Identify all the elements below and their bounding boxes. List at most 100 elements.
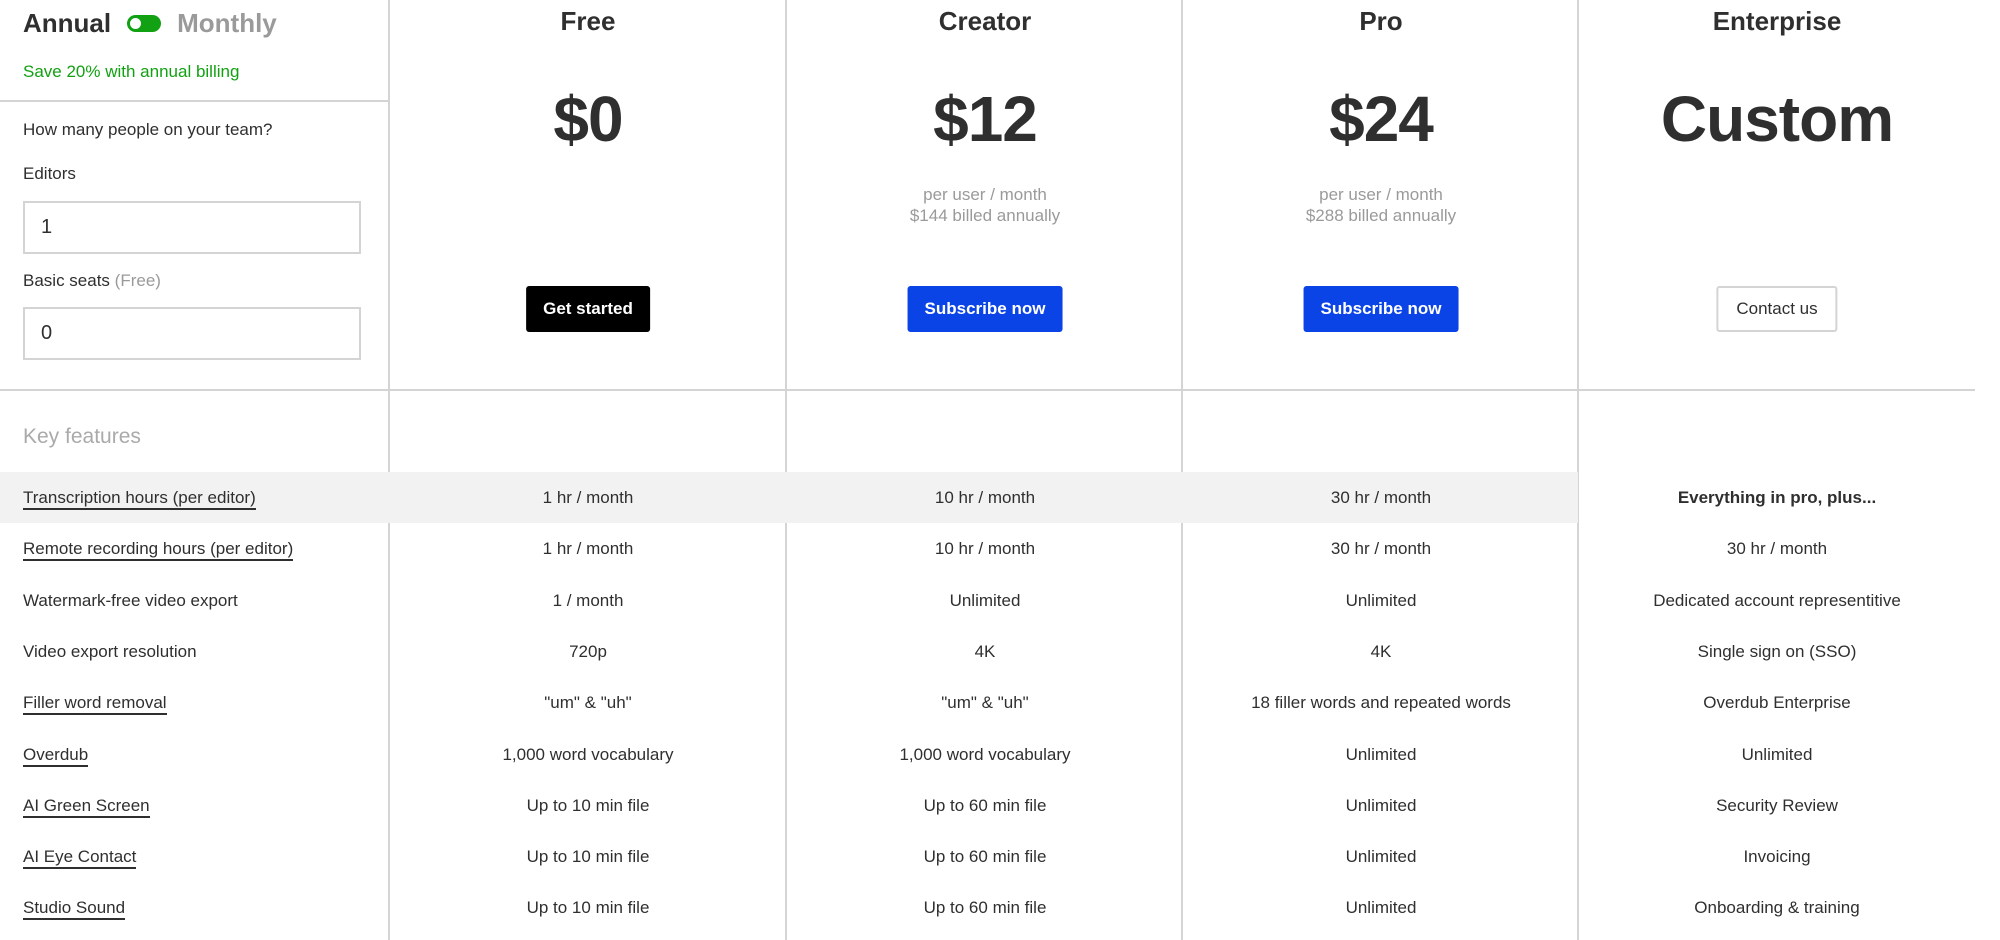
feature-value: 720p [569, 642, 607, 661]
feature-row: Watermark-free video export 1 / month Unli… [0, 575, 1975, 626]
feature-value: 4K [974, 642, 996, 661]
feature-row: Video export resolution 720p 4K 4K Single si… [0, 626, 1975, 677]
plan-enterprise: Enterprise Custom Contact us [1579, 0, 1975, 390]
feature-value: 4K [1370, 642, 1392, 661]
basic-seats-note: (Free) [114, 271, 161, 290]
feature-name-text[interactable]: Filler word removal [23, 693, 167, 715]
basic-seats-text: Basic seats [23, 271, 110, 290]
plan-price: Custom [1660, 83, 1894, 155]
billing-period-switch: Annual Monthly [23, 6, 277, 40]
contact-us-button[interactable]: Contact us [1716, 286, 1838, 332]
feature-value: 1,000 word vocabulary [502, 745, 674, 764]
feature-value: 18 filler words and repeated words [1251, 693, 1511, 712]
annual-total: $288 billed annually [1305, 206, 1457, 225]
feature-value: Unlimited [1345, 745, 1417, 764]
feature-value: Unlimited [1345, 796, 1417, 815]
feature-value: Up to 10 min file [526, 796, 650, 815]
plan-name: Free [560, 6, 616, 36]
feature-name-text: Video export resolution [23, 642, 197, 661]
feature-value: 30 hr / month [1726, 539, 1828, 558]
feature-name[interactable]: Studio Sound [23, 882, 126, 933]
feature-value: Unlimited [1741, 745, 1813, 764]
feature-value: Unlimited [1345, 591, 1417, 610]
feature-value: Overdub Enterprise [1703, 693, 1851, 712]
feature-value: 10 hr / month [934, 488, 1036, 507]
editors-input[interactable] [23, 201, 361, 254]
pricing-page: Annual Monthly Save 20% with annual bill… [0, 0, 1975, 940]
feature-row: Transcription hours (per editor) 1 hr / m… [0, 472, 1975, 523]
get-started-button[interactable]: Get started [526, 286, 650, 332]
editors-label: Editors [23, 164, 76, 183]
plan-price: $0 [553, 83, 623, 155]
feature-value: Everything in pro, plus... [1677, 488, 1877, 507]
price-unit: per user / month [923, 185, 1047, 204]
feature-value: "um" & "uh" [544, 693, 632, 712]
section-divider [0, 100, 389, 102]
feature-value: Invoicing [1743, 847, 1811, 866]
subscribe-creator-button[interactable]: Subscribe now [907, 286, 1063, 332]
feature-value: Up to 10 min file [526, 898, 650, 917]
feature-value: 1 hr / month [542, 488, 634, 507]
feature-name: Watermark-free video export [23, 575, 238, 626]
feature-name-text[interactable]: Overdub [23, 745, 89, 767]
feature-name[interactable]: AI Green Screen [23, 780, 150, 831]
annual-label[interactable]: Annual [23, 8, 111, 39]
feature-value: Unlimited [1345, 847, 1417, 866]
feature-value: 1 / month [552, 591, 624, 610]
feature-name-text[interactable]: Remote recording hours (per editor) [23, 539, 294, 561]
feature-name[interactable]: Remote recording hours (per editor) [23, 523, 294, 574]
plan-price-details: per user / month $144 billed annually [787, 184, 1183, 226]
price-unit: per user / month [1319, 185, 1443, 204]
feature-value: Single sign on (SSO) [1697, 642, 1857, 661]
feature-row: Studio Sound Up to 10 min file Up to 60 mi… [0, 882, 1975, 933]
plan-price: $12 [933, 83, 1038, 155]
feature-value: 1 hr / month [542, 539, 634, 558]
plan-price: $24 [1329, 83, 1434, 155]
feature-row: AI Green Screen Up to 10 min file Up to 60… [0, 780, 1975, 831]
feature-value: Dedicated account representitive [1653, 591, 1901, 610]
feature-name[interactable]: Overdub [23, 729, 89, 780]
key-features-heading: Key features [23, 425, 141, 448]
annual-savings-note: Save 20% with annual billing [23, 62, 240, 81]
feature-row: Overdub 1,000 word vocabulary 1,000 word v… [0, 729, 1975, 780]
feature-value: 10 hr / month [934, 539, 1036, 558]
feature-value: 30 hr / month [1330, 539, 1432, 558]
feature-name[interactable]: Transcription hours (per editor) [23, 472, 256, 523]
feature-value: Up to 10 min file [526, 847, 650, 866]
feature-name-text[interactable]: AI Green Screen [23, 796, 150, 818]
feature-row: Filler word removal "um" & "uh" "um" & "uh… [0, 677, 1975, 728]
feature-value: Up to 60 min file [923, 898, 1047, 917]
plan-free: Free $0 Get started [390, 0, 786, 390]
feature-value: Security Review [1716, 796, 1838, 815]
subscribe-pro-button[interactable]: Subscribe now [1303, 286, 1459, 332]
basic-seats-label: Basic seats (Free) [23, 271, 161, 291]
billing-toggle[interactable] [127, 14, 162, 32]
feature-value: Unlimited [1345, 898, 1417, 917]
basic-seats-input[interactable] [23, 307, 361, 360]
feature-name-text[interactable]: Transcription hours (per editor) [23, 488, 256, 510]
feature-value: 30 hr / month [1330, 488, 1432, 507]
annual-total: $144 billed annually [909, 206, 1061, 225]
plan-name: Enterprise [1712, 6, 1842, 36]
feature-name: Video export resolution [23, 626, 197, 677]
team-size-question: How many people on your team? [23, 120, 273, 139]
feature-name-text: Watermark-free video export [23, 591, 238, 610]
plan-creator: Creator $12 per user / month $144 billed… [787, 0, 1183, 390]
feature-name-text[interactable]: AI Eye Contact [23, 847, 137, 869]
feature-value: Onboarding & training [1694, 898, 1860, 917]
feature-name[interactable]: AI Eye Contact [23, 831, 137, 882]
feature-value: Up to 60 min file [923, 796, 1047, 815]
feature-row: AI Eye Contact Up to 10 min file Up to 60 … [0, 831, 1975, 882]
toggle-knob [130, 17, 142, 29]
feature-name[interactable]: Filler word removal [23, 677, 167, 728]
plan-name: Pro [1359, 6, 1403, 36]
monthly-label[interactable]: Monthly [177, 8, 277, 39]
feature-value: Up to 60 min file [923, 847, 1047, 866]
plan-pro: Pro $24 per user / month $288 billed ann… [1183, 0, 1579, 390]
feature-name-text[interactable]: Studio Sound [23, 898, 126, 920]
feature-row: Remote recording hours (per editor) 1 hr … [0, 523, 1975, 574]
feature-value: Unlimited [949, 591, 1021, 610]
feature-value: "um" & "uh" [941, 693, 1029, 712]
plan-price-details: per user / month $288 billed annually [1183, 184, 1579, 226]
plan-name: Creator [938, 6, 1032, 36]
